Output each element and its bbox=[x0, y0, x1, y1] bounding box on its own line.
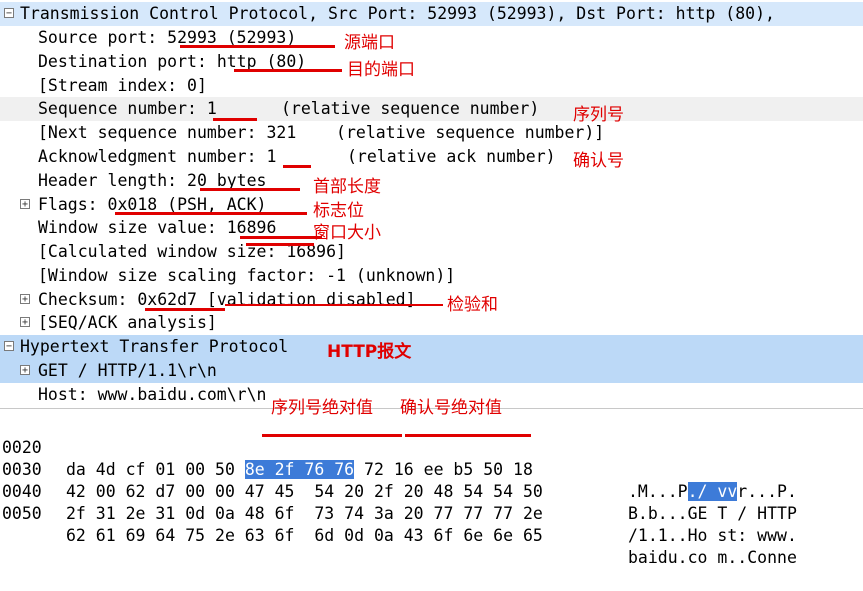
underline-dst-port bbox=[234, 69, 342, 72]
tree-item-destination-port[interactable]: Destination port: http (80) bbox=[0, 50, 863, 74]
annotation-hdr-len: 首部长度 bbox=[313, 177, 381, 197]
underline-window bbox=[240, 236, 322, 239]
hex-row: 0030 42 00 62 d7 00 00 47 45 54 20 2f 20… bbox=[0, 437, 797, 523]
tcp-header-label: Transmission Control Protocol, Src Port:… bbox=[20, 4, 775, 23]
tree-item-seqack-analysis[interactable]: + [SEQ/ACK analysis] bbox=[0, 311, 863, 335]
hex-bytes: da 4d cf 01 00 50 bbox=[66, 460, 245, 479]
annotation-seq-abs: 序列号绝对值 bbox=[271, 398, 373, 418]
annotation-window: 窗口大小 bbox=[313, 223, 381, 243]
expand-icon[interactable]: + bbox=[20, 365, 30, 376]
collapse-icon[interactable]: − bbox=[4, 341, 14, 352]
annotation-http: HTTP报文 bbox=[327, 342, 412, 362]
expand-icon[interactable]: + bbox=[20, 294, 30, 305]
flags-label: Flags: bbox=[38, 195, 108, 214]
tree-item-header-length[interactable]: Header length: 20 bytes bbox=[0, 169, 863, 193]
hex-dump-pane[interactable]: 0020 da 4d cf 01 00 50 8e 2f 76 76 72 16… bbox=[0, 408, 863, 567]
expand-icon[interactable]: + bbox=[20, 317, 30, 328]
annotation-src-port: 源端口 bbox=[344, 33, 395, 53]
http-tree-header[interactable]: − Hypertext Transfer Protocol bbox=[0, 335, 863, 359]
ack-label: Acknowledgment number: bbox=[38, 147, 267, 166]
collapse-icon[interactable]: − bbox=[4, 8, 14, 19]
annotation-dst-port: 目的端口 bbox=[347, 60, 415, 80]
http-header-label: Hypertext Transfer Protocol bbox=[20, 337, 289, 356]
hex-bytes: 42 00 62 d7 00 00 47 45 54 20 2f 20 48 5… bbox=[66, 482, 543, 501]
hex-row: 0040 2f 31 2e 31 0d 0a 48 6f 73 74 3a 20… bbox=[0, 459, 797, 545]
ack-note: (relative ack number) bbox=[347, 147, 556, 166]
hex-bytes-selected: 8e 2f 76 76 bbox=[244, 460, 355, 479]
stream-index: [Stream index: 0] bbox=[38, 76, 207, 95]
hdr-len-label: Header length: bbox=[38, 171, 188, 190]
hex-ascii-selected: ./ vv bbox=[687, 482, 738, 501]
tree-item-window-scaling[interactable]: [Window size scaling factor: -1 (unknown… bbox=[0, 264, 863, 288]
hex-ascii: baidu.co m..Conne bbox=[628, 548, 797, 567]
checksum-note: [validation disabled] bbox=[196, 290, 416, 309]
src-port-label: Source port: bbox=[38, 28, 168, 47]
checksum-value: 0x62d7 bbox=[137, 290, 197, 309]
tree-item-calculated-window[interactable]: [Calculated window size: 16896] bbox=[0, 240, 863, 264]
hex-bytes: 2f 31 2e 31 0d 0a 48 6f 73 74 3a 20 77 7… bbox=[66, 504, 543, 523]
http-host: Host: www.baidu.com\r\n bbox=[38, 385, 267, 404]
hex-ascii: r...P. bbox=[737, 482, 797, 501]
hex-ascii: .M...P bbox=[628, 482, 688, 501]
hex-bytes: 72 16 ee b5 50 18 bbox=[354, 460, 533, 479]
checksum-label: Checksum: bbox=[38, 290, 138, 309]
underline-checksum-note bbox=[225, 304, 443, 306]
underline-src-port bbox=[180, 45, 335, 48]
expand-icon[interactable]: + bbox=[20, 199, 30, 210]
underline-seq bbox=[213, 118, 257, 121]
tree-item-http-get[interactable]: + GET / HTTP/1.1\r\n bbox=[0, 359, 863, 383]
tree-item-ack-number[interactable]: Acknowledgment number: 1 (relative ack n… bbox=[0, 145, 863, 169]
underline-seq-abs bbox=[262, 434, 402, 437]
underline-flags bbox=[115, 212, 307, 215]
underline-checksum bbox=[145, 308, 225, 311]
hex-bytes: 62 61 69 64 75 2e 63 6f 6d 0d 0a 43 6f 6… bbox=[66, 526, 543, 545]
tree-item-checksum[interactable]: + Checksum: 0x62d7 [validation disabled] bbox=[0, 288, 863, 312]
underline-hdr-len bbox=[200, 188, 300, 191]
tcp-tree-header[interactable]: − Transmission Control Protocol, Src Por… bbox=[0, 2, 863, 26]
seq-label: Sequence number: bbox=[38, 99, 207, 118]
hex-row: 0020 da 4d cf 01 00 50 8e 2f 76 76 72 16… bbox=[0, 415, 797, 501]
dst-port-label: Destination port: bbox=[38, 52, 217, 71]
seqack: [SEQ/ACK analysis] bbox=[38, 313, 217, 332]
hex-ascii: B.b...GE T / HTTP bbox=[628, 504, 797, 523]
tree-item-window-size[interactable]: Window size value: 16896 bbox=[0, 216, 863, 240]
tree-item-sequence-number[interactable]: Sequence number: 1 (relative sequence nu… bbox=[0, 97, 863, 121]
http-get: GET / HTTP/1.1\r\n bbox=[38, 361, 217, 380]
seq-value: 1 bbox=[206, 99, 217, 118]
seq-note: (relative sequence number) bbox=[281, 99, 540, 118]
annotation-checksum: 检验和 bbox=[447, 295, 498, 315]
win-label: Window size value: bbox=[38, 218, 227, 237]
annotation-ack: 确认号 bbox=[573, 151, 624, 171]
tree-item-source-port[interactable]: Source port: 52993 (52993) bbox=[0, 26, 863, 50]
next-seq: [Next sequence number: 321 (relative seq… bbox=[38, 123, 605, 142]
annotation-ack-abs: 确认号绝对值 bbox=[400, 398, 502, 418]
tree-item-next-sequence[interactable]: [Next sequence number: 321 (relative seq… bbox=[0, 121, 863, 145]
hex-offset: 0050 bbox=[2, 504, 42, 523]
win-scale: [Window size scaling factor: -1 (unknown… bbox=[38, 266, 456, 285]
underline-ack-abs bbox=[405, 434, 531, 437]
underline-ack bbox=[283, 165, 311, 168]
ack-value: 1 bbox=[266, 147, 277, 166]
tree-item-stream-index[interactable]: [Stream index: 0] bbox=[0, 74, 863, 98]
annotation-seq: 序列号 bbox=[573, 105, 624, 125]
win-value: 16896 bbox=[226, 218, 277, 237]
hex-row: 0050 62 61 69 64 75 2e 63 6f 6d 0d 0a 43… bbox=[0, 481, 797, 567]
hex-ascii: /1.1..Ho st: www. bbox=[628, 526, 797, 545]
underline-calc-window bbox=[246, 243, 314, 246]
